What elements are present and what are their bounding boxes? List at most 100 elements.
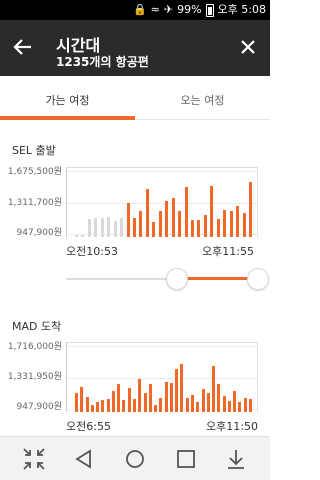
- close-icon[interactable]: [238, 37, 258, 57]
- price-bar: [202, 389, 205, 412]
- price-bar: [114, 220, 117, 237]
- tab-return[interactable]: 오는 여정: [135, 76, 270, 120]
- price-bar: [120, 218, 123, 237]
- price-bar: [228, 400, 231, 412]
- price-bar: [75, 235, 78, 237]
- return-price-chart: [66, 342, 258, 412]
- return-end-time: 오후11:50: [206, 420, 258, 433]
- return-y-tick-top: 1,716,000원: [7, 342, 62, 352]
- price-bar: [107, 399, 110, 412]
- gridline: [67, 378, 257, 379]
- price-bar: [159, 210, 162, 237]
- price-bar: [88, 219, 91, 237]
- time-range-slider-fill: [177, 277, 258, 280]
- outbound-price-chart: [66, 167, 258, 237]
- price-bar: [86, 396, 89, 412]
- tab-indicator: [0, 116, 135, 120]
- price-bar: [159, 398, 162, 412]
- outbound-y-tick-mid: 1,311,700원: [7, 198, 62, 208]
- price-bar: [236, 206, 239, 237]
- price-bar: [178, 210, 181, 237]
- tab-bar: 가는 여정 오는 여정: [0, 76, 270, 120]
- price-bar: [223, 209, 226, 237]
- price-bar: [204, 214, 207, 237]
- price-bar: [243, 213, 246, 237]
- price-bar: [165, 381, 168, 412]
- price-bar: [244, 397, 247, 412]
- return-chart-label: MAD 도착: [12, 320, 62, 333]
- system-nav-bar: [0, 436, 270, 480]
- price-bar: [144, 392, 147, 412]
- price-bar: [186, 397, 189, 412]
- price-bar: [127, 202, 130, 237]
- price-bar: [223, 395, 226, 412]
- price-bar: [191, 395, 194, 412]
- price-bar: [75, 392, 78, 412]
- price-bar: [81, 235, 84, 237]
- outbound-start-time: 오전10:53: [66, 245, 118, 258]
- price-bar: [101, 400, 104, 412]
- price-bar: [185, 187, 188, 237]
- price-bar: [152, 221, 155, 237]
- price-bar: [233, 390, 236, 412]
- return-y-tick-mid: 1,331,950원: [7, 372, 62, 382]
- return-start-time: 오전6:55: [66, 420, 111, 433]
- price-bar: [191, 220, 194, 237]
- price-bar: [249, 182, 252, 237]
- price-bar: [133, 399, 136, 412]
- price-bar: [96, 401, 99, 412]
- gridline: [67, 171, 257, 172]
- back-arrow-icon[interactable]: [12, 36, 34, 58]
- price-bar: [207, 393, 210, 412]
- price-bar: [154, 404, 157, 412]
- flight-count: 1235개의 항공편: [56, 55, 149, 69]
- price-bar: [217, 219, 220, 237]
- price-bar: [101, 218, 104, 237]
- price-bar: [180, 363, 183, 412]
- wifi-icon: ≈: [150, 3, 160, 16]
- price-bar: [139, 210, 142, 237]
- price-bar: [238, 401, 241, 412]
- slider-end-handle[interactable]: [247, 268, 269, 290]
- price-bar: [175, 368, 178, 412]
- price-bar: [117, 384, 120, 412]
- price-bar: [146, 188, 149, 237]
- price-bar: [210, 186, 213, 237]
- price-bar: [170, 382, 173, 412]
- price-bar: [91, 404, 94, 412]
- price-bar: [133, 217, 136, 237]
- return-y-tick-bottom: 947,900원: [16, 402, 63, 412]
- outbound-end-time: 오후11:55: [202, 245, 254, 258]
- notification-drawer-icon[interactable]: [222, 445, 250, 473]
- price-bar: [107, 216, 110, 237]
- outbound-y-tick-bottom: 947,900원: [16, 228, 63, 238]
- price-bar: [172, 198, 175, 237]
- status-bar: 🔒 ≈ ✈ 99% 오후 5:08: [0, 0, 270, 20]
- price-bar: [230, 211, 233, 237]
- price-bar: [196, 401, 199, 412]
- price-bar: [94, 217, 97, 237]
- price-bar: [249, 399, 252, 412]
- price-bar: [197, 220, 200, 237]
- airplane-icon: ✈: [163, 3, 174, 16]
- gridline: [67, 346, 257, 347]
- clock: 오후 5:08: [217, 3, 266, 16]
- recents-icon[interactable]: [172, 445, 200, 473]
- lock-icon: 🔒: [132, 3, 147, 16]
- price-bar: [149, 384, 152, 412]
- collapse-icon[interactable]: [20, 445, 48, 473]
- price-bar: [128, 387, 131, 412]
- outbound-chart-label: SEL 출발: [12, 144, 56, 157]
- app-bar: 시간대 1235개의 항공편: [0, 20, 270, 76]
- price-bar: [112, 390, 115, 412]
- outbound-y-tick-top: 1,675,500원: [7, 167, 62, 177]
- battery-text: 99%: [177, 3, 202, 16]
- tab-outbound[interactable]: 가는 여정: [0, 76, 135, 120]
- price-bar: [165, 201, 168, 237]
- back-icon[interactable]: [70, 445, 98, 473]
- home-icon[interactable]: [121, 445, 149, 473]
- price-bar: [122, 400, 125, 412]
- price-bar: [217, 384, 220, 412]
- slider-start-handle[interactable]: [166, 268, 189, 290]
- battery-icon: [205, 3, 214, 17]
